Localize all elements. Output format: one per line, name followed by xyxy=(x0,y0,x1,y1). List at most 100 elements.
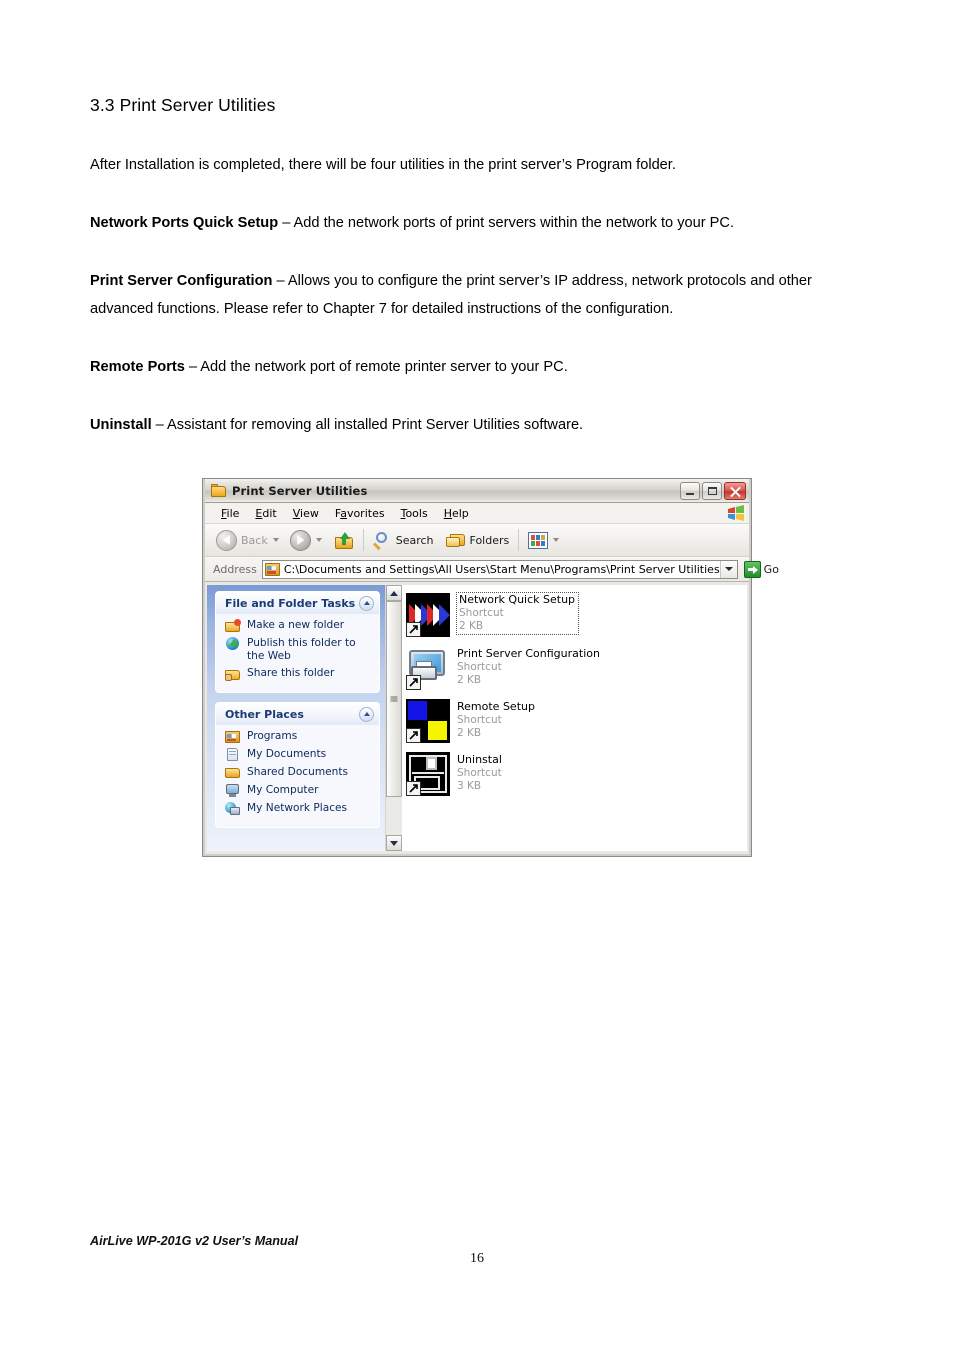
place-link-label: Shared Documents xyxy=(247,766,349,778)
file-name: Network Quick Setup xyxy=(459,593,576,606)
publish-globe-icon xyxy=(225,637,241,651)
menu-item-favorites[interactable]: Favorites xyxy=(327,507,393,520)
utility-term-network-ports: Network Ports Quick Setup xyxy=(90,215,279,231)
utility-term-remote-ports: Remote Ports xyxy=(90,359,185,375)
forward-button[interactable] xyxy=(287,527,330,553)
scrollbar-thumb[interactable] xyxy=(386,601,402,797)
intro-paragraph: After Installation is completed, there w… xyxy=(90,157,676,173)
task-link-label: Make a new folder xyxy=(247,619,345,631)
window-controls xyxy=(680,481,746,500)
task-link-share-this-folder[interactable]: Share this folder xyxy=(225,667,373,681)
shared-documents-icon xyxy=(225,766,241,780)
utility-term-uninstall: Uninstall xyxy=(90,417,152,433)
scrollbar-track[interactable] xyxy=(386,601,402,835)
window-title: Print Server Utilities xyxy=(232,483,368,498)
utility-paragraph-uninstall: Uninstall – Assistant for removing all i… xyxy=(90,411,866,439)
utility-desc-uninstall: – Assistant for removing all installed P… xyxy=(151,417,584,433)
list-item[interactable]: Uninstal Shortcut 3 KB xyxy=(406,752,747,798)
list-item-text: Remote Setup Shortcut 2 KB xyxy=(457,699,535,740)
explorer-body: File and Folder Tasks Make a new folder … xyxy=(207,585,747,851)
footer-page-number: 16 xyxy=(470,1251,484,1266)
folders-button-label: Folders xyxy=(469,533,510,547)
up-button[interactable] xyxy=(332,527,357,553)
list-item[interactable]: Print Server Configuration Shortcut 2 KB xyxy=(406,646,747,692)
place-link-shared-documents[interactable]: Shared Documents xyxy=(225,766,373,780)
back-button[interactable]: Back xyxy=(213,527,287,553)
uninstall-icon xyxy=(406,752,450,796)
programs-icon xyxy=(225,730,241,744)
menu-item-tools[interactable]: Tools xyxy=(393,507,436,520)
close-button[interactable] xyxy=(724,481,746,500)
windows-flag-icon xyxy=(728,505,744,521)
search-button-label: Search xyxy=(395,533,434,547)
place-link-label: Programs xyxy=(247,730,298,742)
task-link-publish-folder-to-web[interactable]: Publish this folder to the Web xyxy=(225,637,373,663)
address-label: Address xyxy=(213,562,257,576)
file-list: Network Quick Setup Shortcut 2 KB Print … xyxy=(402,585,747,851)
explorer-window-frame: Print Server Utilities File Edit View Fa… xyxy=(203,479,779,856)
address-input[interactable]: C:\Documents and Settings\All Users\Star… xyxy=(261,559,738,579)
scroll-down-button[interactable] xyxy=(386,835,402,851)
menu-item-file[interactable]: File xyxy=(213,507,247,520)
my-documents-icon xyxy=(225,748,241,762)
go-button[interactable]: Go xyxy=(743,560,779,578)
list-item[interactable]: Network Quick Setup Shortcut 2 KB xyxy=(406,592,747,639)
place-link-my-network-places[interactable]: My Network Places xyxy=(225,802,373,816)
panel-header-other-places[interactable]: Other Places xyxy=(216,703,379,725)
shortcut-arrow-icon xyxy=(406,675,421,690)
panel-body-file-and-folder-tasks: Make a new folder Publish this folder to… xyxy=(216,614,379,692)
explorer-window: Print Server Utilities File Edit View Fa… xyxy=(202,478,779,857)
file-size: 2 KB xyxy=(457,727,482,739)
go-arrow-icon xyxy=(743,560,761,578)
toolbar-separator-2 xyxy=(518,529,520,551)
utility-term-print-server-config: Print Server Configuration xyxy=(90,273,273,289)
task-link-make-new-folder[interactable]: Make a new folder xyxy=(225,619,373,633)
list-item[interactable]: Remote Setup Shortcut 2 KB xyxy=(406,699,747,745)
menu-item-view[interactable]: View xyxy=(285,507,327,520)
scrollbar-grip-icon xyxy=(390,696,398,702)
place-link-my-documents[interactable]: My Documents xyxy=(225,748,373,762)
file-type: Shortcut xyxy=(457,767,502,779)
programs-folder-icon xyxy=(264,562,280,576)
minimize-button[interactable] xyxy=(680,481,700,500)
folders-button[interactable]: Folders xyxy=(443,527,513,553)
print-server-configuration-icon xyxy=(406,646,450,690)
search-button[interactable]: Search xyxy=(370,527,437,553)
views-dropdown-icon[interactable] xyxy=(553,538,560,542)
page-title: 3.3 Print Server Utilities xyxy=(90,95,276,115)
chevron-down-icon xyxy=(724,567,733,571)
forward-arrow-icon xyxy=(289,529,311,551)
utility-desc-network-ports: – Add the network ports of print servers… xyxy=(278,215,735,231)
utility-desc-remote-ports: – Add the network port of remote printer… xyxy=(184,359,568,375)
file-name: Uninstal xyxy=(457,753,502,766)
file-type: Shortcut xyxy=(457,714,502,726)
file-size: 2 KB xyxy=(457,674,482,686)
file-size: 3 KB xyxy=(457,780,482,792)
collapse-toggle-other-places[interactable] xyxy=(359,706,374,722)
address-value: C:\Documents and Settings\All Users\Star… xyxy=(283,562,720,576)
network-quick-setup-icon xyxy=(406,593,450,637)
collapse-toggle-file-and-folder-tasks[interactable] xyxy=(359,595,374,611)
address-dropdown-button[interactable] xyxy=(719,560,737,578)
menu-item-edit[interactable]: Edit xyxy=(247,507,284,520)
back-dropdown-icon[interactable] xyxy=(272,538,279,542)
folder-icon xyxy=(211,483,227,498)
chevron-down-icon xyxy=(390,840,398,846)
go-button-label: Go xyxy=(763,562,779,576)
views-button[interactable] xyxy=(525,527,567,553)
vertical-scrollbar[interactable] xyxy=(385,585,402,851)
place-link-label: My Documents xyxy=(247,748,327,760)
utility-paragraph-remote-ports: Remote Ports – Add the network port of r… xyxy=(90,353,866,381)
menu-bar: File Edit View Favorites Tools Help xyxy=(205,503,749,524)
forward-dropdown-icon[interactable] xyxy=(315,538,322,542)
scroll-up-button[interactable] xyxy=(386,585,402,601)
title-bar: Print Server Utilities xyxy=(205,479,749,503)
maximize-button[interactable] xyxy=(702,481,722,500)
place-link-programs[interactable]: Programs xyxy=(225,730,373,744)
place-link-my-computer[interactable]: My Computer xyxy=(225,784,373,798)
utility-paragraph-network-ports: Network Ports Quick Setup – Add the netw… xyxy=(90,209,866,237)
menu-item-help[interactable]: Help xyxy=(436,507,477,520)
footer-manual-name: AirLive WP-201G v2 User’s Manual xyxy=(90,1234,299,1248)
chevron-up-icon xyxy=(363,712,370,716)
panel-header-file-and-folder-tasks[interactable]: File and Folder Tasks xyxy=(216,592,379,614)
